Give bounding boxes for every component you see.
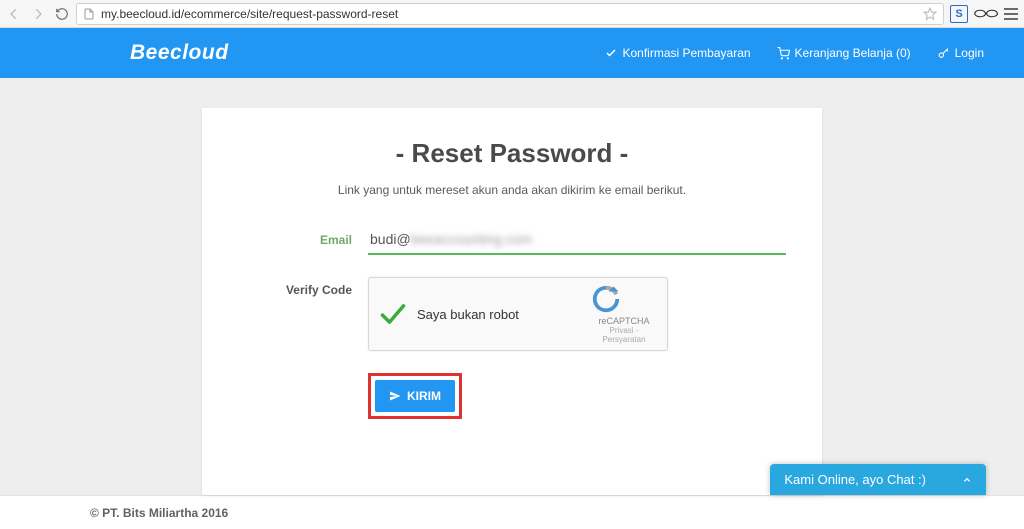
submit-area: KIRIM (368, 373, 786, 419)
chat-widget-text: Kami Online, ayo Chat :) (784, 472, 926, 487)
nav-shopping-cart[interactable]: Keranjang Belanja (0) (777, 46, 911, 60)
brand-logo[interactable]: Beecloud (130, 41, 229, 65)
nav-label: Keranjang Belanja (0) (795, 46, 911, 60)
site-footer: © PT. Bits Miliartha 2016 (0, 495, 1024, 529)
header-nav: Konfirmasi Pembayaran Keranjang Belanja … (605, 46, 984, 60)
highlight-annotation: KIRIM (368, 373, 462, 419)
nav-label: Login (955, 46, 984, 60)
footer-copyright: © PT. Bits Miliartha 2016 (90, 506, 228, 520)
page-subtitle: Link yang untuk mereset akun anda akan d… (238, 183, 786, 197)
browser-menu-button[interactable] (1004, 8, 1018, 20)
recaptcha-label: Saya bukan robot (417, 307, 591, 322)
chat-widget[interactable]: Kami Online, ayo Chat :) (770, 464, 986, 495)
form-row-email: Email budi@beeaccounting.com (238, 227, 786, 255)
recaptcha-branding: reCAPTCHA Privasi - Persyaratan (591, 284, 657, 344)
nav-payment-confirmation[interactable]: Konfirmasi Pembayaran (605, 46, 750, 60)
key-icon (937, 47, 950, 60)
form-row-verify: Verify Code Saya bukan robot reCAPTCHA P… (238, 277, 786, 351)
main-content: - Reset Password - Link yang untuk meres… (0, 78, 1024, 495)
email-value-visible: budi@ (370, 231, 411, 247)
verify-label: Verify Code (238, 277, 368, 297)
page-title: - Reset Password - (238, 138, 786, 169)
browser-address-bar[interactable]: my.beecloud.id/ecommerce/site/request-pa… (76, 3, 944, 25)
submit-button[interactable]: KIRIM (375, 380, 455, 412)
site-header: Beecloud Konfirmasi Pembayaran Keranjang… (0, 28, 1024, 78)
page-icon (83, 7, 95, 21)
browser-nav-group (6, 6, 70, 22)
email-field[interactable]: budi@beeaccounting.com (368, 227, 786, 255)
nav-login[interactable]: Login (937, 46, 984, 60)
send-icon (389, 390, 401, 402)
browser-forward-button[interactable] (30, 6, 46, 22)
browser-chrome: my.beecloud.id/ecommerce/site/request-pa… (0, 0, 1024, 28)
chevron-up-icon (962, 475, 972, 485)
check-icon (605, 47, 617, 59)
recaptcha-logo-icon (591, 284, 657, 314)
recaptcha-brand-text: reCAPTCHA (591, 316, 657, 326)
browser-extensions: S ⬭⬭ (950, 5, 1018, 23)
submit-button-label: KIRIM (407, 389, 441, 403)
recaptcha-checkmark-icon (379, 300, 407, 328)
recaptcha-widget[interactable]: Saya bukan robot reCAPTCHA Privasi - Per… (368, 277, 668, 351)
extension-s-icon[interactable]: S (950, 5, 968, 23)
browser-back-button[interactable] (6, 6, 22, 22)
cart-icon (777, 47, 790, 60)
email-label: Email (238, 227, 368, 247)
browser-url-text: my.beecloud.id/ecommerce/site/request-pa… (101, 7, 917, 21)
nav-label: Konfirmasi Pembayaran (622, 46, 750, 60)
reset-password-card: - Reset Password - Link yang untuk meres… (202, 108, 822, 495)
browser-reload-button[interactable] (54, 6, 70, 22)
extension-incognito-icon[interactable]: ⬭⬭ (974, 5, 998, 22)
bookmark-star-icon[interactable] (923, 7, 937, 21)
email-value-obscured: beeaccounting.com (411, 231, 532, 247)
recaptcha-privacy-links[interactable]: Privasi - Persyaratan (591, 326, 657, 344)
